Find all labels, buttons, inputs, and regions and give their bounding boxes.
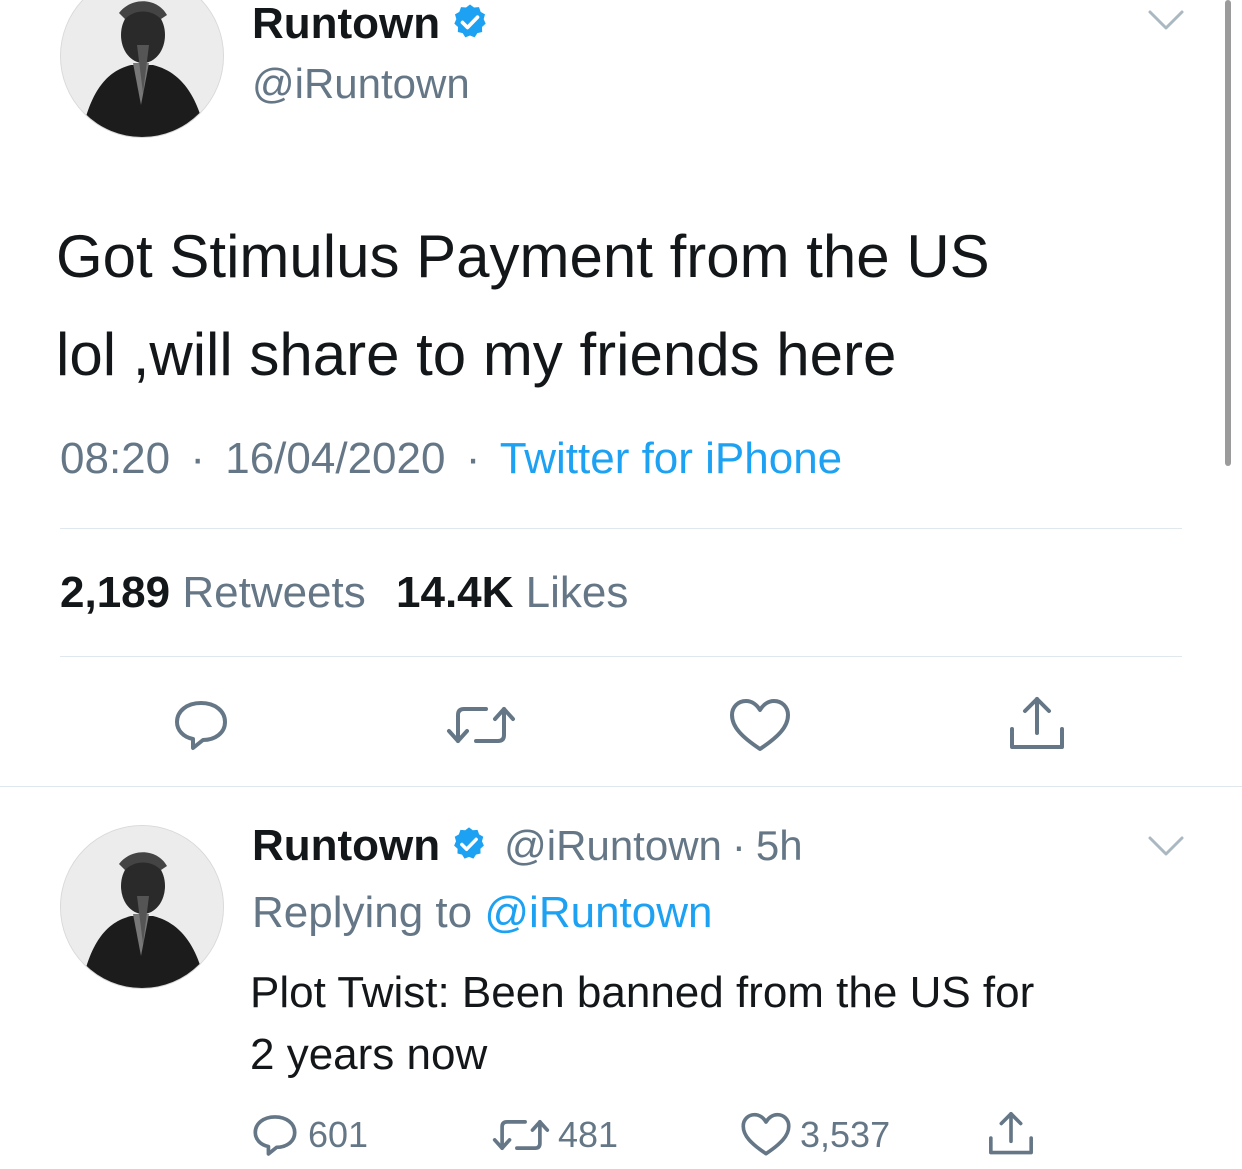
divider: [60, 528, 1182, 529]
chevron-down-icon[interactable]: [1146, 834, 1186, 860]
share-icon: [989, 1112, 1033, 1155]
retweet-button[interactable]: [446, 697, 516, 753]
reply-count: 601: [308, 1114, 369, 1155]
verified-badge-icon: [450, 825, 488, 868]
replying-handle-link[interactable]: @iRuntown: [484, 888, 712, 937]
scrollbar-thumb[interactable]: [1225, 0, 1231, 466]
reply-button[interactable]: 601: [250, 1110, 368, 1160]
display-name[interactable]: Runtown: [252, 0, 440, 49]
separator-dot: ·: [465, 434, 481, 483]
likes-stat[interactable]: 14.4K Likes: [396, 568, 628, 617]
like-button[interactable]: 3,537: [740, 1110, 890, 1160]
share-icon: [1010, 697, 1064, 749]
tweet-text-line-1: Got Stimulus Payment from the US: [56, 223, 990, 290]
avatar[interactable]: [60, 0, 224, 138]
tweet-stats: 2,189 Retweets 14.4K Likes: [60, 568, 628, 618]
tweet-age[interactable]: 5h: [756, 822, 803, 870]
section-divider: [0, 786, 1242, 787]
tweet-date[interactable]: 16/04/2020: [225, 434, 445, 483]
separator-dot: ·: [190, 434, 205, 483]
likes-label: Likes: [525, 568, 629, 617]
reply-icon: [175, 701, 227, 750]
heart-icon: [730, 699, 790, 751]
tweet-metadata: 08:20 · 16/04/2020 · Twitter for iPhone: [60, 434, 842, 484]
reply-header: Runtown @iRuntown · 5h: [252, 820, 803, 872]
replying-to: Replying to @iRuntown: [252, 888, 712, 938]
retweets-count: 2,189: [60, 568, 171, 617]
reply-icon: [253, 1115, 297, 1156]
tweet-text-line-2: lol ,will share to my friends here: [56, 321, 897, 388]
likes-count: 14.4K: [396, 568, 514, 617]
reply-text-line-1: Plot Twist: Been banned from the US for: [250, 968, 1035, 1017]
avatar[interactable]: [60, 825, 224, 989]
handle[interactable]: @iRuntown: [504, 822, 722, 870]
tweet-source-link[interactable]: Twitter for iPhone: [500, 434, 842, 483]
reply-text-line-2: 2 years now: [250, 1030, 488, 1079]
heart-icon: [741, 1112, 791, 1156]
retweets-label: Retweets: [182, 568, 366, 617]
reply-text: Plot Twist: Been banned from the US for …: [250, 962, 1034, 1086]
like-count: 3,537: [800, 1114, 891, 1155]
share-button[interactable]: [1006, 693, 1068, 755]
verified-badge-icon: [450, 2, 490, 47]
retweet-icon: [492, 1120, 550, 1150]
retweets-stat[interactable]: 2,189 Retweets: [60, 568, 378, 617]
retweet-count: 481: [558, 1114, 619, 1155]
chevron-down-icon[interactable]: [1146, 8, 1186, 34]
tweet-time[interactable]: 08:20: [60, 434, 170, 483]
reply-button[interactable]: [168, 695, 234, 755]
handle[interactable]: @iRuntown: [252, 60, 470, 108]
like-button[interactable]: [728, 697, 792, 755]
share-button[interactable]: [986, 1108, 1036, 1160]
retweet-icon: [447, 707, 515, 743]
separator-dot: ·: [731, 822, 746, 869]
tweet-text: Got Stimulus Payment from the US lol ,wi…: [56, 208, 990, 404]
retweet-button[interactable]: 481: [492, 1110, 618, 1160]
display-name[interactable]: Runtown: [252, 821, 440, 871]
replying-prefix: Replying to: [252, 888, 473, 937]
divider: [60, 656, 1182, 657]
